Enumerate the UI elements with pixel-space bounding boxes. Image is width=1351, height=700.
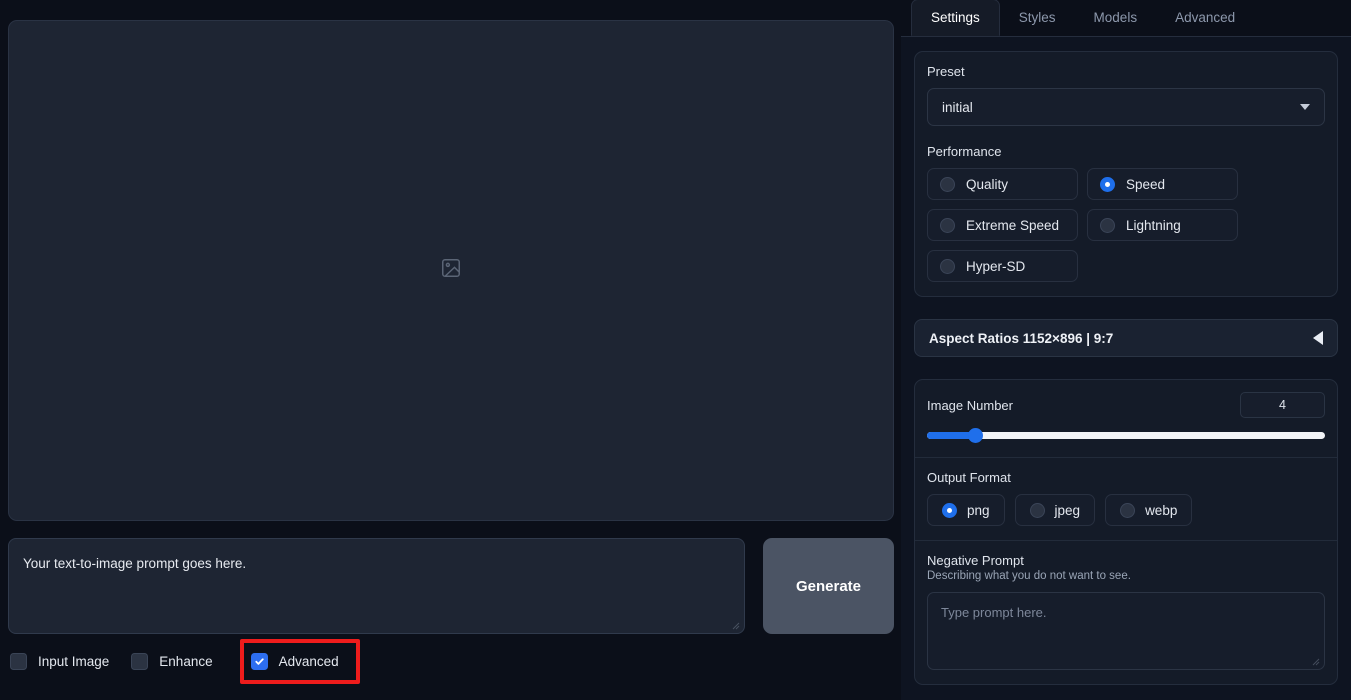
tab-settings[interactable]: Settings [911,0,1000,36]
radio-icon[interactable] [1029,502,1045,518]
output-format-label: Output Format [927,470,1011,485]
output-format-option-webp[interactable]: webp [1105,494,1193,526]
image-gallery[interactable] [8,20,894,521]
performance-option-lightning[interactable]: Lightning [1087,209,1238,241]
image-number-slider[interactable] [927,428,1325,443]
check-icon [254,657,264,665]
radio-icon[interactable] [940,217,955,233]
negative-prompt-placeholder: Type prompt here. [941,605,1047,620]
radio-icon[interactable] [1120,502,1136,518]
output-format-radio-group: png jpeg webp [927,494,1325,526]
output-format-label-webp: webp [1145,502,1178,518]
output-format-label-jpeg: jpeg [1054,502,1081,518]
tab-styles[interactable]: Styles [1000,0,1075,36]
preset-select[interactable]: initial [927,88,1325,126]
negative-prompt-description: Describing what you do not want to see. [927,570,1131,582]
image-number-value[interactable]: 4 [1240,392,1325,418]
performance-radio-group: Quality Speed Extreme Speed Lightning Hy… [927,168,1325,282]
left-panel: Your text-to-image prompt goes here. Gen… [0,0,901,700]
aspect-ratios-accordion[interactable]: Aspect Ratios 1152×896 | 9:7 [914,319,1338,357]
preset-card: Preset initial Performance Quality Speed… [914,51,1338,297]
checkbox-box-advanced[interactable] [250,652,268,670]
tab-advanced[interactable]: Advanced [1156,0,1254,36]
prompt-input[interactable]: Your text-to-image prompt goes here. [8,538,745,634]
performance-label-speed: Speed [1126,176,1166,192]
bottom-checkbox-row: Input Image Enhance Advanced [10,648,339,674]
right-panel: Settings Styles Models Advanced Preset i… [901,0,1351,700]
output-format-option-png[interactable]: png [927,494,1005,526]
resize-grip-icon[interactable] [732,622,740,630]
output-settings-card: Image Number 4 Output Format png jpeg we… [914,379,1338,685]
slider-thumb[interactable] [967,428,983,443]
performance-option-hyper-sd[interactable]: Hyper-SD [927,250,1078,282]
chevron-down-icon [1300,104,1310,110]
radio-icon[interactable] [1100,217,1115,233]
generate-button[interactable]: Generate [763,538,894,634]
aspect-ratios-label: Aspect Ratios 1152×896 | 9:7 [929,330,1114,346]
performance-label-extreme-speed: Extreme Speed [966,217,1060,233]
prompt-row: Your text-to-image prompt goes here. Gen… [8,538,894,634]
checkbox-advanced[interactable]: Advanced [250,652,339,670]
negative-prompt-input[interactable]: Type prompt here. [927,592,1325,670]
settings-panel-body: Preset initial Performance Quality Speed… [901,37,1351,700]
performance-label-lightning: Lightning [1126,217,1181,233]
checkbox-box-input-image[interactable] [10,652,27,670]
preset-label: Preset [927,64,965,79]
checkbox-label-input-image: Input Image [38,653,110,669]
performance-option-quality[interactable]: Quality [927,168,1078,200]
image-number-label: Image Number [927,397,1013,413]
checkbox-box-enhance[interactable] [131,652,149,670]
app-root: Your text-to-image prompt goes here. Gen… [0,0,1351,700]
performance-option-extreme-speed[interactable]: Extreme Speed [927,209,1078,241]
tab-models[interactable]: Models [1075,0,1157,36]
preset-value: initial [942,99,973,115]
performance-label-quality: Quality [966,176,1009,192]
checkbox-label-advanced: Advanced [278,653,339,669]
output-format-label-png: png [967,502,990,518]
checkbox-input-image[interactable]: Input Image [10,652,110,670]
tab-bar: Settings Styles Models Advanced [901,0,1351,37]
resize-grip-icon[interactable] [1312,658,1320,666]
prompt-text: Your text-to-image prompt goes here. [23,556,247,571]
checkbox-enhance[interactable]: Enhance [131,652,213,670]
checkbox-label-enhance: Enhance [159,653,213,669]
radio-icon[interactable] [942,502,957,518]
triangle-left-icon[interactable] [1313,331,1323,345]
output-format-option-jpeg[interactable]: jpeg [1014,494,1096,526]
performance-label: Performance [927,144,1002,159]
image-placeholder-icon [440,257,462,284]
radio-icon[interactable] [940,258,955,274]
performance-option-speed[interactable]: Speed [1087,168,1238,200]
radio-icon[interactable] [1100,176,1115,192]
performance-label-hyper-sd: Hyper-SD [966,258,1026,274]
radio-icon[interactable] [940,176,955,192]
negative-prompt-label: Negative Prompt [927,553,1024,568]
